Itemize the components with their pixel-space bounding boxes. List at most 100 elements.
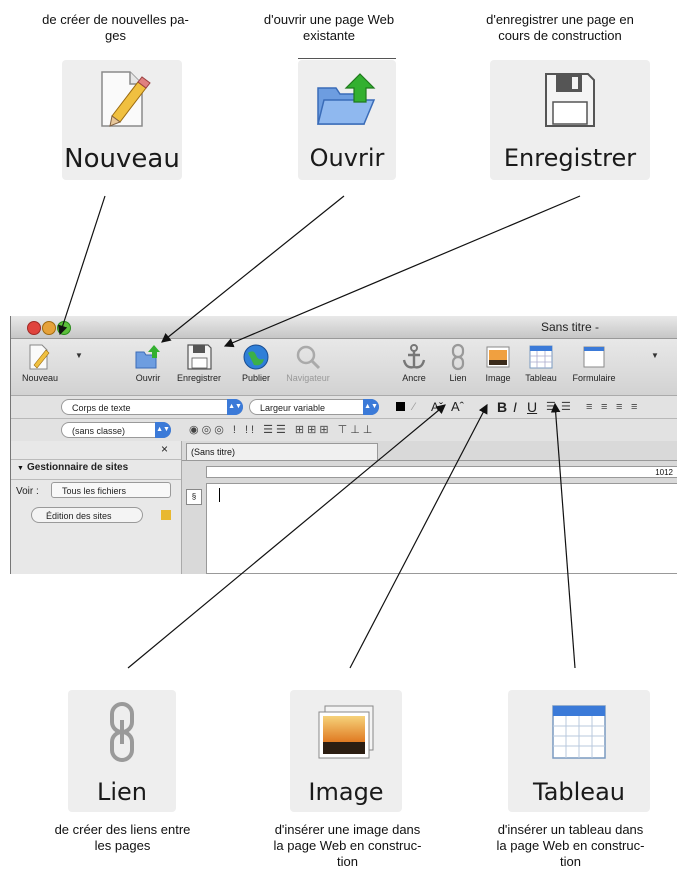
divider: [298, 58, 396, 59]
toolbar-ancre-button[interactable]: Ancre: [389, 343, 439, 383]
highlight-icon[interactable]: ⁄: [413, 400, 415, 414]
structure-marker-icon: §: [186, 489, 202, 505]
toolbar-label: Ancre: [402, 373, 426, 383]
caption-image: d'insérer une image dans la page Web en …: [273, 822, 422, 869]
composer-window: Sans titre - Nouveau ▼ Ouvrir Enregistre…: [10, 316, 677, 574]
edit-sites-label: Édition des sites: [46, 511, 112, 521]
toolbar-label: Enregistrer: [176, 373, 221, 383]
minimize-window-button[interactable]: [42, 321, 56, 335]
align-left-icon[interactable]: ≡: [586, 400, 592, 414]
disclosure-triangle-icon[interactable]: ▼: [17, 465, 24, 472]
callout-nouveau: Nouveau: [62, 60, 182, 180]
paragraph-style-value: Corps de texte: [72, 403, 131, 413]
toolbar-label: Navigateur: [286, 373, 330, 383]
ruler-value: 1012: [655, 468, 673, 477]
chevron-updown-icon: ▲▼: [363, 399, 379, 415]
edit-sites-button[interactable]: Édition des sites: [31, 507, 143, 523]
floppy-disk-icon: [545, 73, 595, 127]
chevron-updown-icon: ▲▼: [227, 399, 243, 415]
table-grid-icon: [552, 705, 606, 759]
caption-lien: de créer des liens entre les pages: [54, 822, 191, 853]
justify-icon[interactable]: ≡: [631, 400, 637, 414]
document-area: (Sans titre) 1012 §: [182, 441, 677, 574]
zoom-window-button[interactable]: [57, 321, 71, 335]
open-folder-icon: [135, 345, 160, 369]
font-larger-icon[interactable]: Aˆ: [451, 400, 464, 414]
globe-publish-icon: [243, 344, 269, 370]
font-value: Largeur variable: [260, 403, 326, 413]
bold-icon[interactable]: B: [497, 400, 507, 414]
align-right-icon[interactable]: ≡: [616, 400, 622, 414]
site-manager-title: Gestionnaire de sites: [27, 462, 129, 473]
voir-select[interactable]: Tous les fichiers: [51, 482, 171, 498]
new-document-pencil-icon: [101, 71, 151, 127]
caption-ouvrir: d'ouvrir une page Web existante: [263, 12, 395, 43]
callout-label: Ouvrir: [309, 144, 385, 172]
title-bar: Sans titre -: [11, 316, 677, 339]
image-landscape-icon: [486, 346, 510, 368]
voir-value: Tous les fichiers: [62, 486, 127, 496]
window-title: Sans titre -: [541, 320, 600, 334]
main-toolbar: Nouveau ▼ Ouvrir Enregistrer Publier Nav…: [11, 339, 677, 396]
toolbar-label: Tableau: [525, 373, 557, 383]
bullet-list-icon[interactable]: ☰: [546, 400, 556, 414]
toolbar-label: Formulaire: [572, 373, 616, 383]
font-select[interactable]: Largeur variable ▲▼: [249, 399, 379, 415]
callout-label: Tableau: [533, 778, 625, 806]
ruler: 1012: [206, 466, 677, 478]
divider: [11, 479, 181, 480]
close-panel-icon[interactable]: ×: [161, 442, 168, 456]
paragraph-style-select[interactable]: Corps de texte ▲▼: [61, 399, 243, 415]
callout-label: Image: [308, 778, 384, 806]
callout-image: Image: [290, 690, 402, 812]
nouveau-dropdown-arrow[interactable]: ▼: [75, 351, 83, 360]
callout-enregistrer: Enregistrer: [490, 60, 650, 180]
toolbar-ouvrir-button[interactable]: Ouvrir: [123, 343, 173, 383]
toolbar-label: Publier: [241, 373, 270, 383]
caption-nouveau: de créer de nouvelles pa- ges: [42, 12, 189, 43]
caption-tableau: d'insérer un tableau dans la page Web en…: [496, 822, 645, 869]
numbered-list-icon[interactable]: ☰: [561, 400, 571, 414]
italic-icon[interactable]: I: [513, 400, 517, 414]
toolbar-navigateur-button[interactable]: Navigateur: [283, 343, 333, 383]
formulaire-dropdown-arrow[interactable]: ▼: [651, 351, 659, 360]
editor-canvas[interactable]: [206, 483, 677, 574]
toolbar-nouveau-button[interactable]: Nouveau: [15, 343, 65, 383]
toolbar-formulaire-button[interactable]: Formulaire: [569, 343, 619, 383]
table-grid-icon: [529, 345, 553, 369]
text-color-swatch[interactable]: [396, 402, 405, 411]
caption-enregistrer: d'enregistrer une page en cours de const…: [486, 12, 634, 43]
folder-icon: [161, 510, 171, 520]
chain-link-icon: [110, 702, 134, 762]
new-document-pencil-icon: [29, 344, 50, 370]
site-manager-panel: × ▼ Gestionnaire de sites Voir : Tous le…: [11, 441, 182, 574]
toolbar-publier-button[interactable]: Publier: [231, 343, 281, 383]
image-landscape-icon: [318, 705, 374, 759]
callout-label: Enregistrer: [503, 144, 637, 172]
close-window-button[interactable]: [27, 321, 41, 335]
toolbar-enregistrer-button[interactable]: Enregistrer: [174, 343, 224, 383]
magnifier-icon: [296, 345, 321, 370]
text-cursor: [219, 488, 220, 502]
class-value: (sans classe): [72, 426, 126, 436]
font-smaller-icon[interactable]: Aˇ: [431, 400, 443, 414]
arrow-nouveau: [58, 195, 106, 336]
format-bar-2: (sans classe) ▲▼ ◉◎◎ ! !! ☰☰ ⊞⊞⊞ ⊤⊥⊥: [11, 419, 677, 442]
chevron-updown-icon: ▲▼: [155, 422, 171, 438]
tab-sans-titre[interactable]: (Sans titre): [186, 443, 378, 460]
form-icon: [583, 346, 605, 368]
insert-tools-icon[interactable]: ◉◎◎ ! !! ☰☰ ⊞⊞⊞ ⊤⊥⊥: [189, 423, 375, 437]
toolbar-label: Ouvrir: [135, 373, 161, 383]
anchor-icon: [402, 344, 426, 369]
voir-label: Voir :: [16, 486, 39, 497]
tab-label: (Sans titre): [191, 447, 236, 457]
callout-ouvrir: Ouvrir: [298, 60, 396, 180]
underline-icon[interactable]: U: [527, 400, 537, 414]
divider: [11, 459, 181, 460]
toolbar-label: Nouveau: [21, 373, 59, 383]
toolbar-tableau-button[interactable]: Tableau: [516, 343, 566, 383]
chain-link-icon: [451, 343, 465, 371]
align-center-icon[interactable]: ≡: [601, 400, 607, 414]
callout-tableau: Tableau: [508, 690, 650, 812]
class-select[interactable]: (sans classe) ▲▼: [61, 422, 171, 438]
